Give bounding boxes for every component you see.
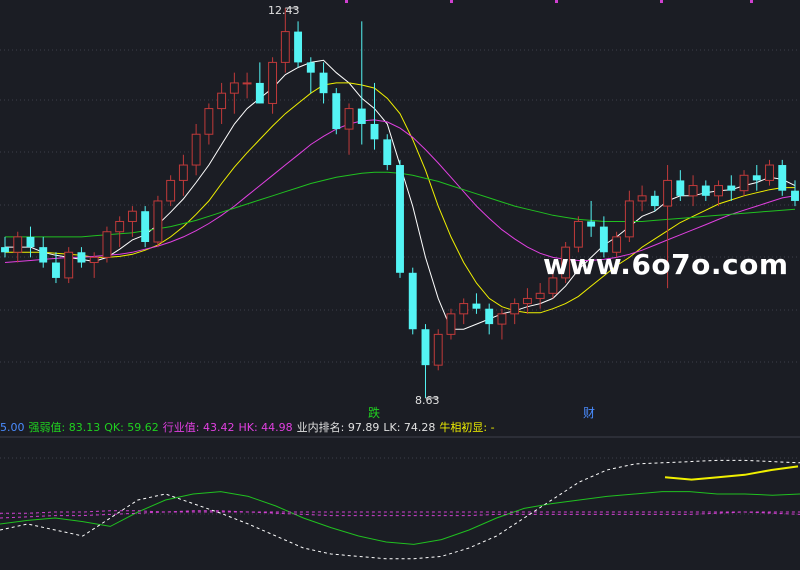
candle-body-down (778, 165, 787, 191)
price-markers: 12.43 8.63 跌 财 (268, 4, 595, 420)
top-tick-mark (555, 0, 558, 3)
candle-body-up (765, 164, 774, 181)
candlesticks (1, 8, 799, 398)
candle-body-up (204, 108, 214, 135)
top-tick-mark (750, 0, 753, 3)
event-fall-marker: 跌 (368, 405, 380, 420)
candle-body-up (89, 256, 99, 264)
candle-body-down (141, 211, 150, 242)
indicator-values-bar: 5.00 强弱值: 83.13 QK: 59.62 行业值: 43.42 HK: 44.… (0, 420, 800, 436)
candle-body-down (294, 31, 303, 63)
candle-body-down (421, 329, 430, 366)
candle-body-down (357, 108, 366, 124)
candle-body-up (535, 292, 545, 299)
candle-body-up (624, 200, 634, 238)
candle-body-up (64, 251, 74, 279)
candle-body-down (727, 185, 736, 191)
candle-body-up (459, 303, 469, 315)
event-finance-marker: 财 (583, 406, 595, 420)
indicator-line-1 (0, 491, 800, 545)
candle-body-down (791, 190, 799, 201)
candle-body-up (166, 179, 176, 202)
high-price-label: 12.43 (268, 4, 300, 17)
candle-body-down (408, 272, 417, 330)
candle-body-down (306, 62, 315, 73)
candle-body-up (13, 236, 23, 253)
watermark-text: www.6o7o.com (543, 248, 789, 281)
candle-body-down (752, 175, 761, 181)
indicator-value-1: 强弱值: 83.13 (28, 421, 101, 434)
candle-body-up (344, 108, 354, 130)
candle-body-up (280, 31, 290, 63)
candle-body-down (26, 236, 35, 248)
candle-body-down (650, 195, 659, 207)
candle-body-up (637, 195, 647, 202)
candle-body-up (229, 82, 239, 94)
candle-body-up (714, 185, 723, 197)
candle-body-up (446, 313, 456, 335)
candle-body-up (242, 82, 252, 85)
indicator-value-4: HK: 44.98 (238, 421, 293, 434)
candle-body-up (217, 92, 227, 110)
candle-body-down (485, 308, 494, 325)
candle-body-up (102, 231, 112, 258)
stock-chart-canvas[interactable]: 12.43 8.63 跌 财 (0, 0, 800, 570)
indicator-value-5: 业内排名: 97.89 (296, 421, 380, 434)
indicator-value-6: LK: 74.28 (383, 421, 436, 434)
candle-body-down (39, 247, 48, 263)
candle-body-up (510, 303, 520, 315)
candle-body-up (127, 210, 137, 222)
candle-body-up (178, 164, 188, 181)
indicator-value-3: 行业值: 43.42 (162, 421, 235, 434)
top-tick-mark (345, 0, 348, 3)
candle-body-down (319, 72, 328, 94)
indicator-value-2: QK: 59.62 (104, 421, 159, 434)
candle-body-down (370, 123, 379, 140)
candle-body-up (191, 133, 201, 166)
indicator-value-7: 牛相初显: - (439, 421, 495, 434)
candle-body-up (433, 333, 443, 366)
candle-body-down (255, 82, 264, 104)
top-tick-mark (450, 0, 453, 3)
candle-body-up (153, 200, 163, 243)
candle-body-up (497, 313, 507, 325)
candle-body-up (268, 61, 278, 104)
candle-body-up (688, 185, 698, 197)
candle-body-down (701, 185, 710, 196)
candle-body-up (739, 174, 749, 192)
candle-body-down (52, 262, 60, 278)
indicator-line-3 (0, 510, 800, 514)
candle-body-up (573, 220, 583, 248)
candle-body-down (587, 221, 596, 227)
indicator-lines (0, 459, 800, 560)
candle-body-up (522, 297, 532, 305)
candle-body-up (115, 220, 125, 233)
top-tick-mark (660, 0, 663, 3)
low-price-label: 8.63 (415, 394, 440, 407)
indicator-value-0: 5.00 (0, 421, 25, 434)
candle-body-down (332, 93, 341, 130)
candle-body-down (396, 165, 404, 273)
candle-body-down (676, 180, 685, 196)
candle-body-down (383, 139, 392, 166)
candle-body-down (472, 303, 481, 309)
candle-body-up (663, 179, 673, 207)
indicator-line-4 (0, 459, 800, 560)
indicator-line-0 (664, 465, 799, 481)
candle-body-down (77, 252, 86, 263)
candle-body-down (1, 247, 9, 253)
